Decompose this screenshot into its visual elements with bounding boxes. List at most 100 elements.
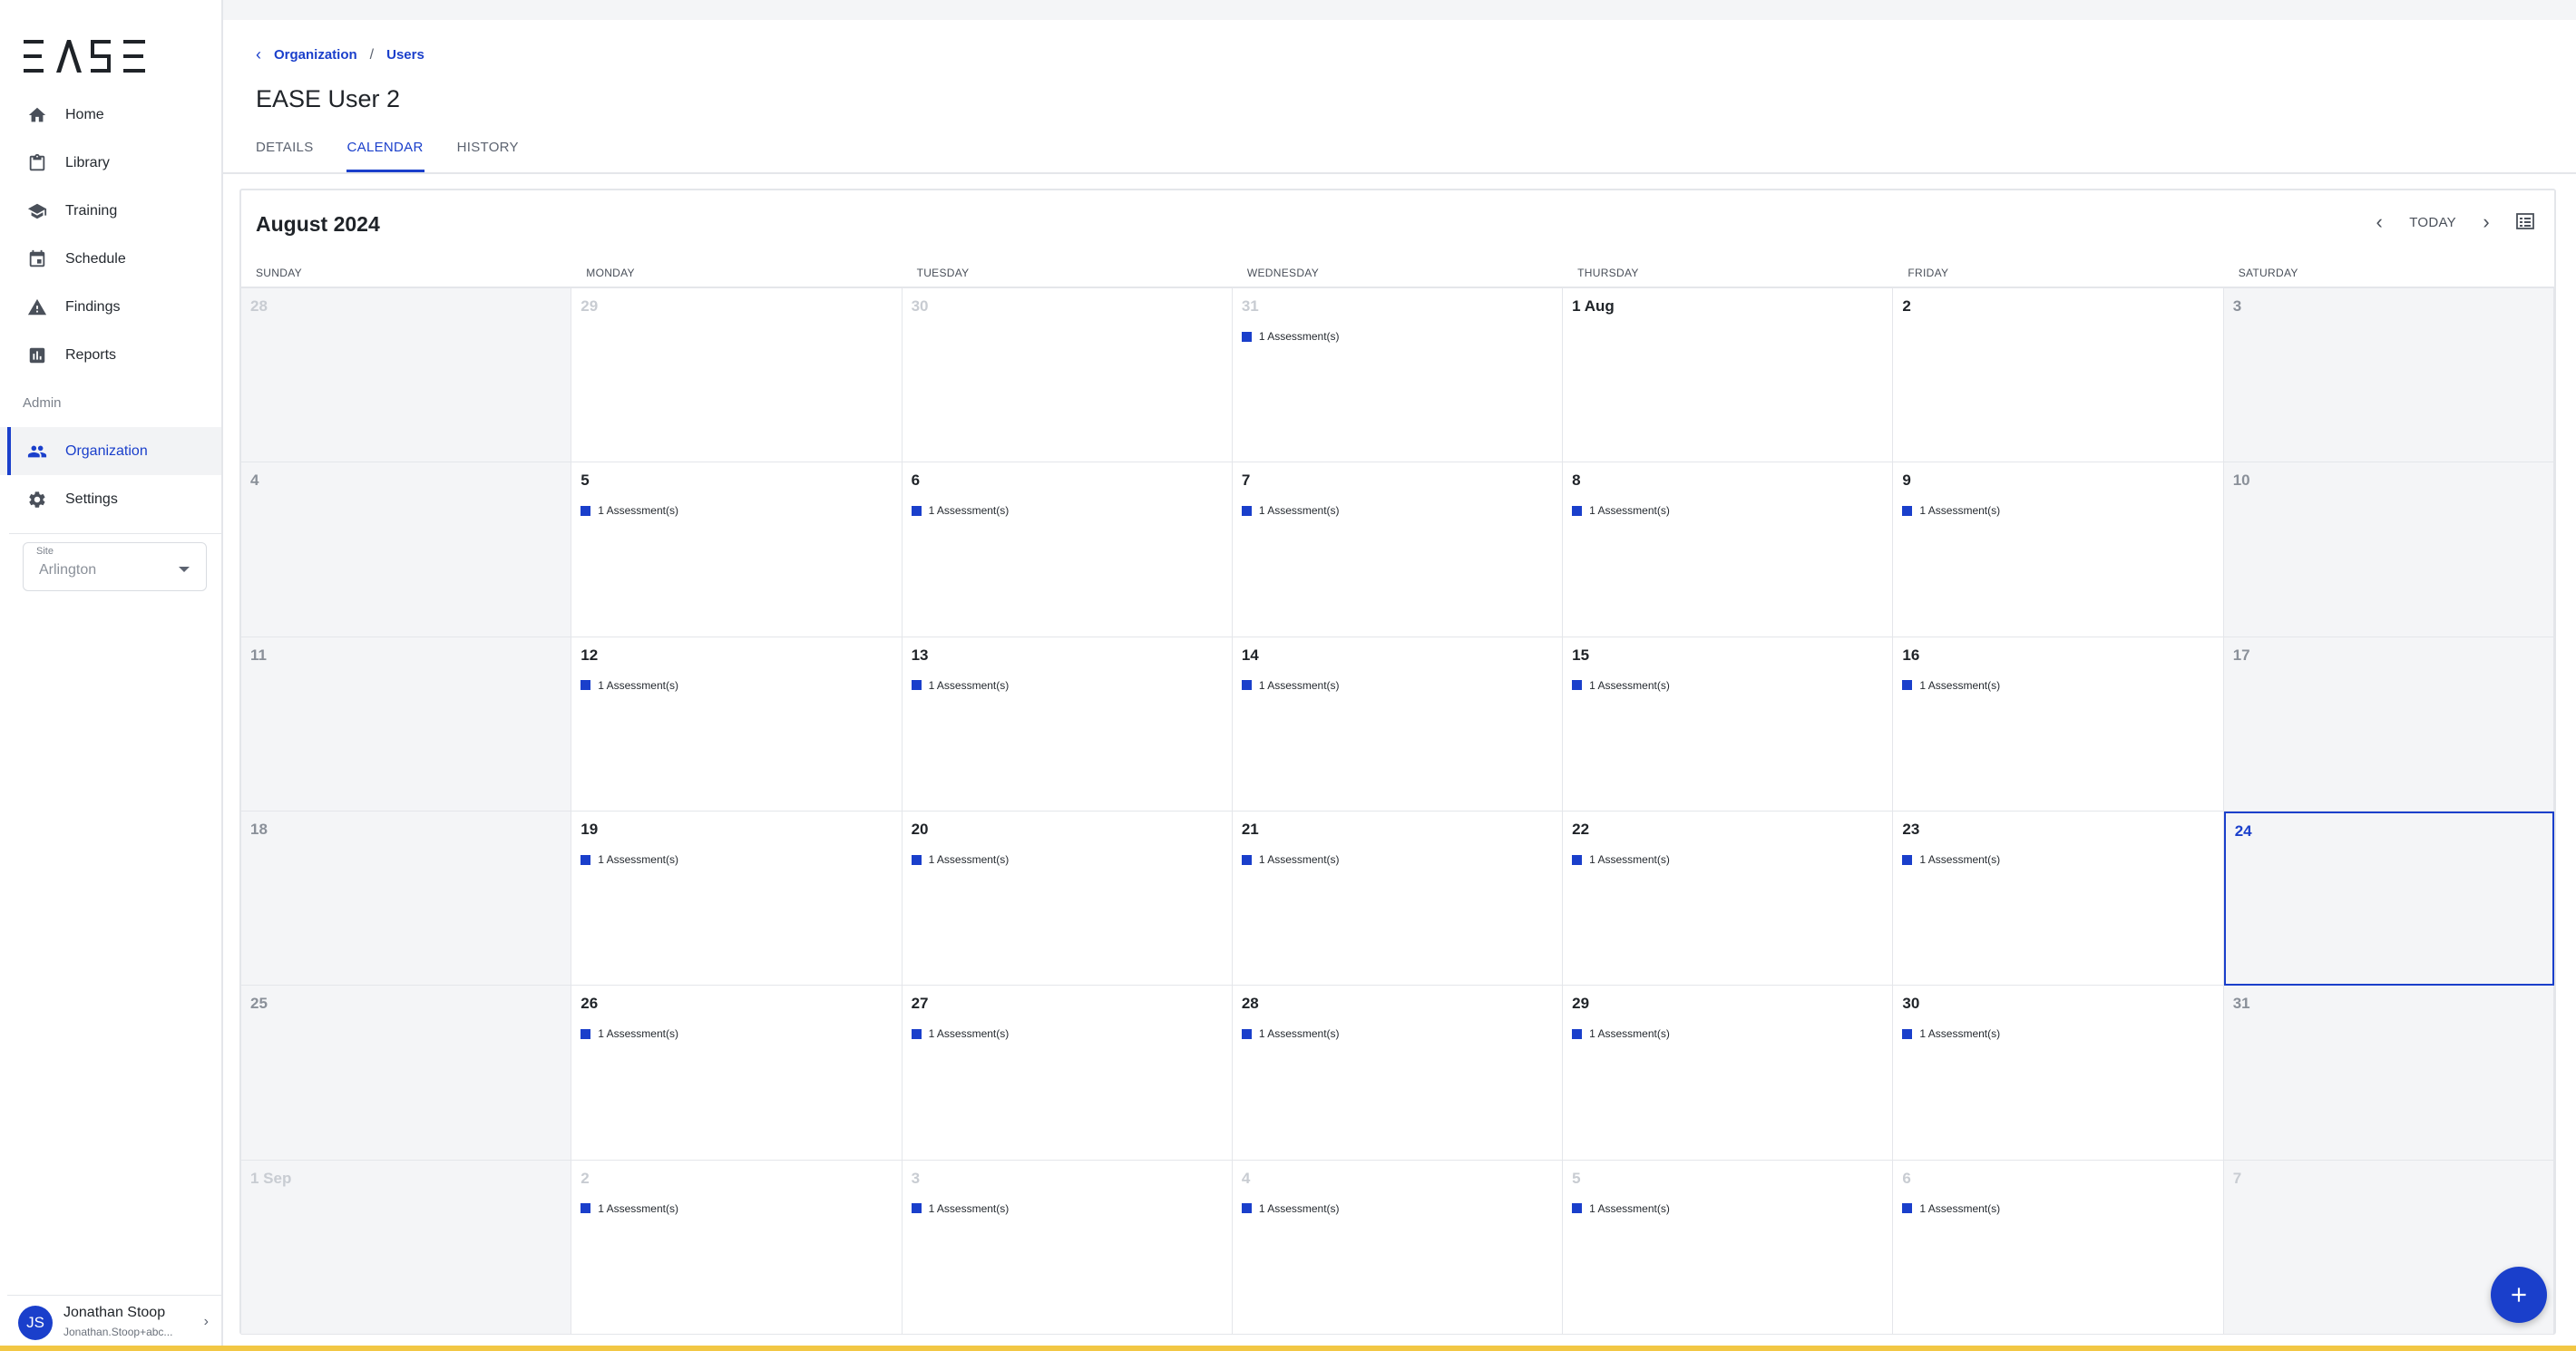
calendar-day-cell[interactable]: 6 1 Assessment(s) — [1893, 1160, 2224, 1335]
tab-calendar[interactable]: CALENDAR — [346, 134, 424, 172]
previous-month-button[interactable]: ‹ — [2366, 210, 2393, 234]
calendar-day-cell-today[interactable]: 24 — [2223, 812, 2554, 987]
calendar-event[interactable]: 1 Assessment(s) — [1572, 679, 1670, 692]
calendar-event[interactable]: 1 Assessment(s) — [911, 1027, 1009, 1040]
calendar-event[interactable]: 1 Assessment(s) — [1902, 679, 2000, 692]
event-label: 1 Assessment(s) — [1258, 1027, 1340, 1041]
calendar-day-cell[interactable]: 29 — [571, 288, 903, 463]
site-select-value: Arlington — [39, 562, 97, 578]
calendar-day-cell[interactable]: 11 — [241, 637, 572, 812]
day-number: 24 — [2234, 822, 2252, 840]
event-color-marker — [1241, 505, 1252, 516]
breadcrumb-organization[interactable]: Organization — [274, 47, 357, 63]
calendar-day-cell[interactable]: 20 1 Assessment(s) — [902, 812, 1233, 987]
calendar-day-cell[interactable]: 10 — [2223, 462, 2554, 637]
tab-divider — [223, 172, 2576, 174]
calendar-event[interactable]: 1 Assessment(s) — [1572, 853, 1670, 866]
calendar-event[interactable]: 1 Assessment(s) — [1241, 853, 1340, 866]
sidebar-item-findings[interactable]: Findings — [0, 283, 221, 331]
user-profile[interactable]: JS Jonathan Stoop Jonathan.Stoop+abc... … — [7, 1295, 221, 1347]
calendar-event[interactable]: 1 Assessment(s) — [1241, 1027, 1340, 1041]
day-number: 12 — [581, 646, 599, 664]
calendar-event[interactable]: 1 Assessment(s) — [1572, 1202, 1670, 1215]
calendar-event[interactable]: 1 Assessment(s) — [1902, 504, 2000, 517]
calendar-day-cell[interactable]: 2 — [1893, 288, 2224, 463]
calendar-day-cell[interactable]: 18 — [241, 812, 572, 987]
calendar-day-cell[interactable]: 28 — [241, 288, 572, 463]
calendar-day-cell[interactable]: 25 — [241, 986, 572, 1161]
calendar-event[interactable]: 1 Assessment(s) — [1902, 853, 2000, 866]
calendar-day-cell[interactable]: 7 1 Assessment(s) — [1232, 462, 1564, 637]
calendar-day-cell[interactable]: 16 1 Assessment(s) — [1893, 637, 2224, 812]
calendar-event[interactable]: 1 Assessment(s) — [1241, 330, 1340, 343]
calendar-day-cell[interactable]: 22 1 Assessment(s) — [1563, 812, 1894, 987]
calendar-day-cell[interactable]: 5 1 Assessment(s) — [1563, 1160, 1894, 1335]
today-button[interactable]: TODAY — [2409, 215, 2456, 230]
calendar-event[interactable]: 1 Assessment(s) — [1241, 679, 1340, 692]
calendar-event[interactable]: 1 Assessment(s) — [911, 679, 1009, 692]
calendar-event[interactable]: 1 Assessment(s) — [1902, 1202, 2000, 1215]
tab-history[interactable]: HISTORY — [457, 134, 519, 172]
day-number: 16 — [1902, 646, 1920, 664]
add-button[interactable] — [2491, 1267, 2547, 1323]
calendar-day-cell[interactable]: 14 1 Assessment(s) — [1232, 637, 1564, 812]
top-strip — [223, 0, 2576, 20]
calendar-day-cell[interactable]: 30 — [902, 288, 1233, 463]
sidebar-item-library[interactable]: Library — [0, 139, 221, 187]
calendar-event[interactable]: 1 Assessment(s) — [1902, 1027, 2000, 1040]
calendar-event[interactable]: 1 Assessment(s) — [581, 853, 678, 866]
calendar-event[interactable]: 1 Assessment(s) — [581, 679, 678, 692]
calendar-day-cell[interactable]: 12 1 Assessment(s) — [571, 637, 903, 812]
day-number: 4 — [1241, 1169, 1251, 1187]
calendar-day-cell[interactable]: 19 1 Assessment(s) — [571, 812, 903, 987]
calendar-day-cell[interactable]: 1 Aug — [1563, 288, 1894, 463]
sidebar-item-reports[interactable]: Reports — [0, 331, 221, 379]
calendar-day-cell[interactable]: 23 1 Assessment(s) — [1893, 812, 2224, 987]
calendar-day-cell[interactable]: 6 1 Assessment(s) — [902, 462, 1233, 637]
event-label: 1 Assessment(s) — [1258, 853, 1340, 866]
calendar-day-cell[interactable]: 4 — [241, 462, 572, 637]
calendar-event[interactable]: 1 Assessment(s) — [911, 504, 1009, 517]
calendar-day-cell[interactable]: 21 1 Assessment(s) — [1232, 812, 1564, 987]
calendar-day-cell[interactable]: 9 1 Assessment(s) — [1893, 462, 2224, 637]
calendar-event[interactable]: 1 Assessment(s) — [1241, 504, 1340, 517]
day-number: 6 — [1902, 1169, 1911, 1187]
calendar-event[interactable]: 1 Assessment(s) — [911, 1202, 1009, 1215]
calendar-event[interactable]: 1 Assessment(s) — [1572, 1027, 1670, 1040]
tab-details[interactable]: DETAILS — [256, 134, 314, 172]
sidebar-item-training[interactable]: Training — [0, 187, 221, 235]
calendar-day-cell[interactable]: 27 1 Assessment(s) — [902, 986, 1233, 1161]
calendar-day-cell[interactable]: 15 1 Assessment(s) — [1563, 637, 1894, 812]
calendar-day-cell[interactable]: 4 1 Assessment(s) — [1232, 1160, 1564, 1335]
list-view-icon[interactable] — [2514, 210, 2538, 234]
calendar-day-cell[interactable]: 5 1 Assessment(s) — [571, 462, 903, 637]
calendar-day-cell[interactable]: 26 1 Assessment(s) — [571, 986, 903, 1161]
back-chevron-icon[interactable]: ‹ — [256, 45, 261, 64]
breadcrumb-users[interactable]: Users — [386, 47, 424, 63]
calendar-event[interactable]: 1 Assessment(s) — [1241, 1202, 1340, 1215]
calendar-event[interactable]: 1 Assessment(s) — [581, 1202, 678, 1215]
site-select[interactable]: Site Arlington — [23, 542, 207, 591]
calendar-event[interactable]: 1 Assessment(s) — [581, 1027, 678, 1040]
calendar-day-cell[interactable]: 30 1 Assessment(s) — [1893, 986, 2224, 1161]
sidebar-item-home[interactable]: Home — [0, 91, 221, 139]
calendar-event[interactable]: 1 Assessment(s) — [581, 504, 678, 517]
calendar-day-cell[interactable]: 17 — [2223, 637, 2554, 812]
sidebar-item-settings[interactable]: Settings — [0, 475, 221, 523]
calendar-day-cell[interactable]: 13 1 Assessment(s) — [902, 637, 1233, 812]
calendar-event[interactable]: 1 Assessment(s) — [1572, 504, 1670, 517]
calendar-day-cell[interactable]: 31 — [2223, 986, 2554, 1161]
calendar-day-cell[interactable]: 1 Sep — [241, 1160, 572, 1335]
calendar-day-cell[interactable]: 3 1 Assessment(s) — [902, 1160, 1233, 1335]
calendar-day-cell[interactable]: 31 1 Assessment(s) — [1232, 288, 1564, 463]
calendar-day-cell[interactable]: 29 1 Assessment(s) — [1563, 986, 1894, 1161]
sidebar-item-schedule[interactable]: Schedule — [0, 235, 221, 283]
sidebar-item-organization[interactable]: Organization — [0, 427, 221, 475]
calendar-day-cell[interactable]: 2 1 Assessment(s) — [571, 1160, 903, 1335]
day-number: 20 — [911, 821, 929, 838]
calendar-day-cell[interactable]: 3 — [2223, 288, 2554, 463]
calendar-event[interactable]: 1 Assessment(s) — [911, 853, 1009, 866]
next-month-button[interactable]: › — [2473, 210, 2500, 234]
calendar-day-cell[interactable]: 28 1 Assessment(s) — [1232, 986, 1564, 1161]
calendar-day-cell[interactable]: 8 1 Assessment(s) — [1563, 462, 1894, 637]
